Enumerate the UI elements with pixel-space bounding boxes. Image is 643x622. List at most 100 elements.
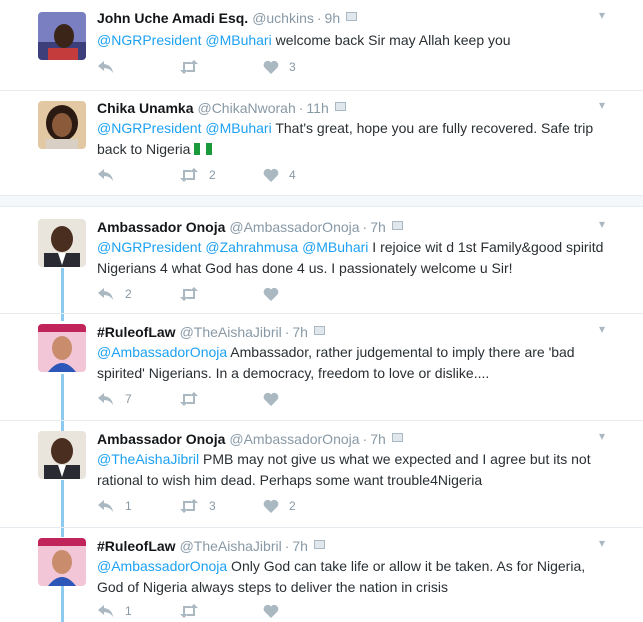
reply-count: 7 bbox=[125, 392, 132, 406]
display-name[interactable]: Ambassador Onoja bbox=[97, 219, 225, 235]
reply-icon bbox=[98, 169, 113, 181]
retweet-button[interactable] bbox=[179, 392, 223, 406]
chevron-down-icon[interactable]: ▾ bbox=[599, 322, 605, 336]
avatar[interactable] bbox=[38, 431, 86, 479]
like-count: 2 bbox=[289, 499, 296, 513]
separator-dot: · bbox=[298, 100, 304, 116]
timestamp[interactable]: 7h bbox=[292, 324, 308, 340]
timestamp[interactable]: 7h bbox=[370, 219, 386, 235]
display-name[interactable]: John Uche Amadi Esq. bbox=[97, 10, 248, 26]
reply-count: 1 bbox=[125, 604, 132, 618]
tweet-text: @NGRPresident @MBuhari welcome back Sir … bbox=[97, 30, 612, 51]
display-name[interactable]: #RuleofLaw bbox=[97, 324, 176, 340]
tweet-actions: 1 3 2 bbox=[97, 497, 343, 515]
mention-link[interactable]: @TheAishaJibril bbox=[97, 451, 199, 467]
tweet-actions: 2 4 bbox=[97, 166, 343, 184]
like-button[interactable] bbox=[263, 287, 303, 301]
tweet-actions: 1 bbox=[97, 602, 343, 620]
retweet-button[interactable] bbox=[179, 287, 223, 301]
like-button[interactable] bbox=[263, 604, 303, 618]
tweet-actions: 7 bbox=[97, 390, 343, 408]
timestamp[interactable]: 11h bbox=[306, 100, 328, 116]
display-name[interactable]: #RuleofLaw bbox=[97, 538, 176, 554]
handle[interactable]: @TheAishaJibril bbox=[180, 324, 282, 340]
photo-icon bbox=[334, 102, 346, 111]
mention-link[interactable]: @AmbassadorOnoja bbox=[97, 558, 227, 574]
mention-link[interactable]: @MBuhari bbox=[205, 120, 271, 136]
timestamp[interactable]: 7h bbox=[292, 538, 308, 554]
reply-button[interactable]: 1 bbox=[97, 499, 139, 513]
mention-link[interactable]: @AmbassadorOnoja bbox=[97, 344, 227, 360]
handle[interactable]: @ChikaNworah bbox=[197, 100, 295, 116]
retweet-icon bbox=[180, 60, 198, 74]
photo-icon bbox=[313, 326, 325, 335]
retweet-button[interactable]: 3 bbox=[179, 499, 223, 513]
tweet[interactable]: Chika Unamka @ChikaNworah · 11h ▾ @NGRPresi… bbox=[0, 91, 643, 195]
like-button[interactable]: 4 bbox=[263, 168, 303, 182]
tweet[interactable]: Ambassador Onoja @AmbassadorOnoja · 7h ▾ @T… bbox=[0, 421, 643, 527]
avatar[interactable] bbox=[38, 12, 86, 60]
handle[interactable]: @AmbassadorOnoja bbox=[229, 431, 359, 447]
handle[interactable]: @AmbassadorOnoja bbox=[229, 219, 359, 235]
mention-link[interactable]: @NGRPresident bbox=[97, 239, 201, 255]
nigeria-flag-icon bbox=[194, 143, 213, 155]
mention-link[interactable]: @NGRPresident bbox=[97, 32, 201, 48]
tweet[interactable]: #RuleofLaw @TheAishaJibril · 7h ▾ @Ambassad… bbox=[0, 528, 643, 622]
heart-icon bbox=[263, 499, 279, 513]
retweet-button[interactable] bbox=[179, 604, 223, 618]
reply-icon bbox=[98, 61, 113, 73]
reply-button[interactable]: 1 bbox=[97, 604, 139, 618]
chevron-down-icon[interactable]: ▾ bbox=[599, 217, 605, 231]
heart-icon bbox=[263, 392, 279, 406]
handle[interactable]: @TheAishaJibril bbox=[180, 538, 282, 554]
tweet-actions: 3 bbox=[97, 58, 343, 76]
tweet-text: @AmbassadorOnoja Only God can take life … bbox=[97, 556, 612, 598]
tweet[interactable]: Ambassador Onoja @AmbassadorOnoja · 7h ▾ @N… bbox=[0, 207, 643, 313]
like-count: 3 bbox=[289, 60, 296, 74]
chevron-down-icon[interactable]: ▾ bbox=[599, 429, 605, 443]
timestamp[interactable]: 7h bbox=[370, 431, 386, 447]
handle[interactable]: @uchkins bbox=[252, 10, 314, 26]
tweet[interactable]: John Uche Amadi Esq. @uchkins · 9h ▾ @NGRPr… bbox=[0, 0, 643, 90]
retweet-button[interactable]: 2 bbox=[179, 168, 223, 182]
like-button[interactable] bbox=[263, 392, 303, 406]
separator-dot: · bbox=[362, 219, 368, 235]
reply-icon bbox=[98, 393, 113, 405]
chevron-down-icon[interactable]: ▾ bbox=[599, 8, 605, 22]
chevron-down-icon[interactable]: ▾ bbox=[599, 536, 605, 550]
reply-button[interactable]: 7 bbox=[97, 392, 139, 406]
avatar[interactable] bbox=[38, 538, 86, 586]
chevron-down-icon[interactable]: ▾ bbox=[599, 98, 605, 112]
timestamp[interactable]: 9h bbox=[325, 10, 341, 26]
like-button[interactable]: 3 bbox=[263, 60, 303, 74]
mention-link[interactable]: @MBuhari bbox=[302, 239, 368, 255]
reply-button[interactable] bbox=[97, 60, 139, 74]
retweet-icon bbox=[180, 392, 198, 406]
tweet-text: @NGRPresident @MBuhari That's great, hop… bbox=[97, 118, 612, 160]
reply-count: 1 bbox=[125, 499, 132, 513]
tweet[interactable]: #RuleofLaw @TheAishaJibril · 7h ▾ @Ambassad… bbox=[0, 314, 643, 420]
heart-icon bbox=[263, 168, 279, 182]
like-button[interactable]: 2 bbox=[263, 499, 303, 513]
reply-button[interactable]: 2 bbox=[97, 287, 139, 301]
tweet-text: @NGRPresident @Zahrahmusa @MBuhari I rej… bbox=[97, 237, 612, 279]
separator-dot: · bbox=[362, 431, 368, 447]
display-name[interactable]: Ambassador Onoja bbox=[97, 431, 225, 447]
mention-link[interactable]: @Zahrahmusa bbox=[205, 239, 298, 255]
reply-icon bbox=[98, 500, 113, 512]
reply-button[interactable] bbox=[97, 168, 139, 182]
tweet-text: @AmbassadorOnoja Ambassador, rather judg… bbox=[97, 342, 612, 384]
avatar[interactable] bbox=[38, 324, 86, 372]
retweet-icon bbox=[180, 168, 198, 182]
avatar[interactable] bbox=[38, 219, 86, 267]
heart-icon bbox=[263, 604, 279, 618]
separator-dot: · bbox=[316, 10, 322, 26]
photo-icon bbox=[391, 221, 403, 230]
mention-link[interactable]: @MBuhari bbox=[205, 32, 271, 48]
photo-icon bbox=[346, 12, 358, 21]
mention-link[interactable]: @NGRPresident bbox=[97, 120, 201, 136]
retweet-button[interactable] bbox=[179, 60, 223, 74]
tweet-body: welcome back Sir may Allah keep you bbox=[271, 32, 511, 48]
avatar[interactable] bbox=[38, 101, 86, 149]
display-name[interactable]: Chika Unamka bbox=[97, 100, 193, 116]
